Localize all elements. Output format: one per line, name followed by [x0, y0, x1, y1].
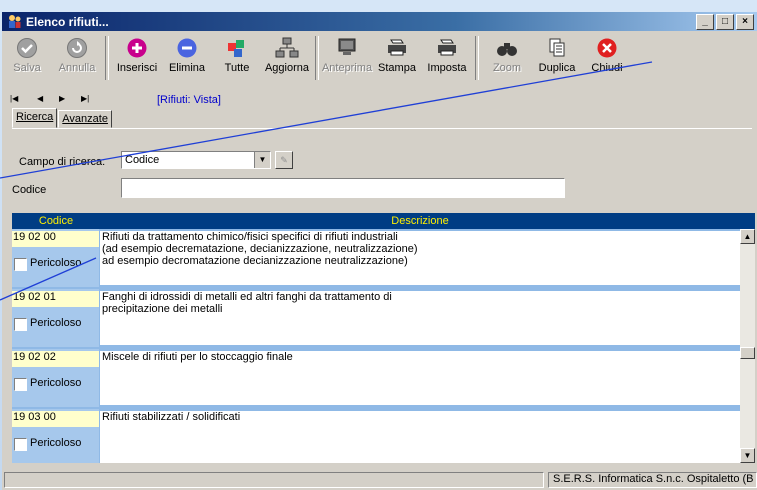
minimize-button[interactable]: _ — [696, 14, 714, 30]
show-all-button[interactable]: Tutte — [212, 33, 262, 81]
puzzle-icon — [228, 40, 244, 57]
table-row[interactable]: 19 02 01 Pericoloso Fanghi di idrossidi … — [12, 289, 740, 347]
save-button[interactable]: Salva — [2, 33, 52, 81]
row-code[interactable]: 19 02 02 — [12, 351, 99, 367]
vertical-scrollbar[interactable]: ▲ ▼ — [740, 229, 755, 463]
title-bar: Elenco rifiuti... _ □ × — [2, 12, 757, 31]
tab-avanzate[interactable]: Avanzate — [58, 110, 112, 128]
printer-setup-icon — [438, 39, 456, 56]
duplicate-button[interactable]: Duplica — [532, 33, 582, 81]
page-setup-button[interactable]: Imposta — [422, 33, 472, 81]
toolbar-separator — [315, 36, 319, 80]
pericoloso-label: Pericoloso — [30, 377, 82, 389]
view-label: [Rifiuti: Vista] — [157, 94, 221, 106]
codice-input[interactable] — [121, 178, 565, 198]
close-button[interactable]: Chiudi — [582, 33, 632, 81]
toolbar-separator — [105, 36, 109, 80]
binoculars-icon — [497, 43, 517, 56]
row-description[interactable]: Rifiuti da trattamento chimico/fisici sp… — [100, 231, 740, 285]
printer-icon — [388, 39, 406, 56]
status-company: S.E.R.S. Informatica S.n.c. Ospitaletto … — [548, 472, 757, 488]
status-bar: S.E.R.S. Informatica S.n.c. Ospitaletto … — [2, 470, 757, 490]
delete-button[interactable]: Elimina — [162, 33, 212, 81]
prev-record-icon[interactable]: ◀ — [37, 94, 43, 103]
tab-ricerca[interactable]: Ricerca — [12, 108, 58, 128]
status-panel-left — [4, 472, 544, 488]
undo-icon — [67, 38, 87, 58]
row-description[interactable]: Fanghi di idrossidi di metalli ed altri … — [100, 291, 740, 345]
copy-icon — [549, 38, 565, 57]
records-grid: Codice Descrizione 19 02 00 Pericoloso R… — [12, 213, 755, 463]
minus-icon — [177, 38, 197, 58]
network-icon — [275, 37, 299, 58]
plus-icon — [127, 38, 147, 58]
scroll-down-icon[interactable]: ▼ — [740, 448, 755, 463]
chevron-down-icon[interactable]: ▼ — [254, 152, 270, 168]
scroll-up-icon[interactable]: ▲ — [740, 229, 755, 244]
pericoloso-checkbox[interactable] — [14, 438, 27, 451]
row-description[interactable]: Miscele di rifiuti per lo stoccaggio fin… — [100, 351, 740, 405]
row-description[interactable]: Rifiuti stabilizzati / solidificati — [100, 411, 740, 463]
row-code[interactable]: 19 02 00 — [12, 231, 99, 247]
first-record-icon[interactable]: |◀ — [10, 94, 18, 103]
pericoloso-checkbox[interactable] — [14, 378, 27, 391]
search-field-label: Campo di ricerca: — [19, 156, 106, 168]
table-row[interactable]: 19 02 02 Pericoloso Miscele di rifiuti p… — [12, 349, 740, 407]
window-title: Elenco rifiuti... — [26, 15, 109, 29]
record-navigator: |◀ ◀ ▶ ▶| [Rifiuti: Vista] — [2, 88, 757, 108]
preview-button[interactable]: Anteprima — [322, 33, 372, 81]
maximize-button[interactable]: □ — [716, 14, 734, 30]
toolbar: Salva Annulla Inserisci Elimina Tutte Ag… — [2, 33, 757, 83]
search-field-select[interactable]: Codice ▼ — [121, 151, 271, 169]
app-icon — [9, 15, 21, 28]
codice-label: Codice — [12, 184, 47, 196]
grid-header: Codice Descrizione — [12, 213, 755, 229]
pericoloso-checkbox[interactable] — [14, 318, 27, 331]
row-code[interactable]: 19 02 01 — [12, 291, 99, 307]
insert-button[interactable]: Inserisci — [112, 33, 162, 81]
next-record-icon[interactable]: ▶ — [59, 94, 65, 103]
grid-rows: 19 02 00 Pericoloso Rifiuti da trattamen… — [12, 229, 755, 463]
pick-icon[interactable]: ✎ — [275, 151, 293, 169]
pericoloso-label: Pericoloso — [30, 257, 82, 269]
tab-divider — [12, 128, 752, 129]
toolbar-separator — [475, 36, 479, 80]
close-window-button[interactable]: × — [736, 14, 754, 30]
table-row[interactable]: 19 02 00 Pericoloso Rifiuti da trattamen… — [12, 229, 740, 287]
scroll-thumb[interactable] — [740, 347, 755, 359]
header-descrizione: Descrizione — [391, 215, 449, 227]
pericoloso-checkbox[interactable] — [14, 258, 27, 271]
tab-strip: Ricerca Avanzate — [12, 108, 113, 128]
table-row[interactable]: 19 03 00 Pericoloso Rifiuti stabilizzati… — [12, 409, 740, 463]
refresh-button[interactable]: Aggiorna — [262, 33, 312, 81]
last-record-icon[interactable]: ▶| — [81, 94, 89, 103]
monitor-icon — [338, 38, 356, 55]
cancel-button[interactable]: Annulla — [52, 33, 102, 81]
pericoloso-label: Pericoloso — [30, 437, 82, 449]
print-button[interactable]: Stampa — [372, 33, 422, 81]
header-codice: Codice — [38, 215, 74, 227]
check-icon — [17, 38, 37, 58]
row-code[interactable]: 19 03 00 — [12, 411, 99, 427]
close-icon — [597, 38, 617, 58]
pericoloso-label: Pericoloso — [30, 317, 82, 329]
zoom-button[interactable]: Zoom — [482, 33, 532, 81]
